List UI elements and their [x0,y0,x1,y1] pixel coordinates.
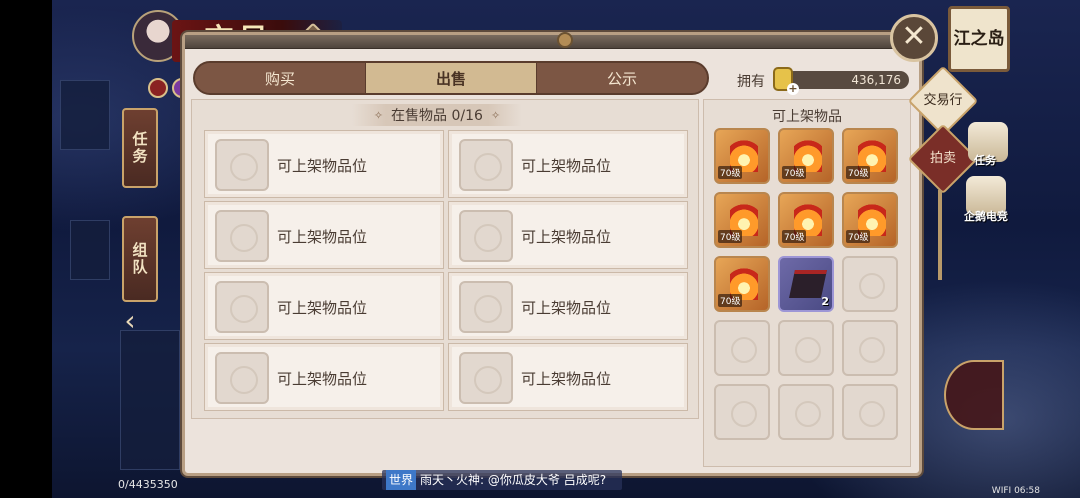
background-pillar [120,330,180,470]
listing-slot-label: 可上架物品位 [277,228,368,246]
collapse-arrow-icon[interactable]: ‹ [120,306,140,336]
empty-slot-icon [215,352,269,404]
background-building [60,80,110,150]
available-items-area: 可上架物品 70级 70级 70级 70级 70级 70级 70级 2 [703,99,911,467]
on-sale-header: ✧ 在售物品 0/16 ✧ [352,104,522,126]
empty-item-slot[interactable] [778,384,834,440]
empty-item-slot[interactable] [842,384,898,440]
tab-sell[interactable]: 出售 [365,63,536,93]
empty-item-slot[interactable] [778,320,834,376]
task-side-tab-label: 任务 [130,131,149,165]
item-level-badge: 70级 [718,294,743,307]
listing-slot[interactable]: 可上架物品位 [448,201,688,269]
clock: 06:58 [1014,486,1040,496]
item-quantity: 2 [821,295,829,308]
inventory-item[interactable]: 70级 [714,192,770,248]
listing-slot[interactable]: 可上架物品位 [448,130,688,198]
region-name: 江之岛 [948,6,1010,72]
item-level-badge: 70级 [782,230,807,243]
screen-edge-bar [0,0,52,498]
chat-message: 雨天丶火神: @你瓜皮大爷 吕成呢? [420,473,607,487]
empty-slot-icon [459,139,513,191]
empty-slot-icon [215,281,269,333]
item-level-badge: 70级 [718,166,743,179]
exp-text: 0/4435350 [118,478,178,491]
inventory-item[interactable]: 70级 [778,128,834,184]
team-side-tab[interactable]: 组队 [122,216,158,302]
inventory-item[interactable]: 2 [778,256,834,312]
ornament-icon: ✧ [490,108,501,122]
chat-bar[interactable]: 世界 雨天丶火神: @你瓜皮大爷 吕成呢? [382,470,622,490]
empty-item-slot[interactable] [714,384,770,440]
listing-slot[interactable]: 可上架物品位 [204,201,444,269]
trade-panel: 购买 出售 公示 拥有 436,176 + ✧ 在售物品 0/16 ✧ 可上架物… [182,32,922,476]
empty-slot-icon [215,210,269,262]
empty-slot-icon [459,281,513,333]
listing-slot-label: 可上架物品位 [521,299,612,317]
knot-ornament-icon [557,32,573,48]
ornament-icon: ✧ [373,108,384,122]
quest-shortcut-label: 任务 [974,154,996,167]
listing-slot[interactable]: 可上架物品位 [204,130,444,198]
tab-buy[interactable]: 购买 [195,63,365,93]
listing-slot[interactable]: 可上架物品位 [448,272,688,340]
wifi-label: WIFI [991,486,1012,496]
close-button[interactable]: ✕ [890,14,938,62]
empty-slot-icon [459,210,513,262]
auction-label: 拍卖 [929,151,956,166]
wallet-amount: 436,176 [785,71,909,89]
listing-slot[interactable]: 可上架物品位 [204,272,444,340]
task-side-tab[interactable]: 任务 [122,108,158,188]
team-side-tab-label: 组队 [130,242,149,276]
trade-tabs: 购买 出售 公示 [193,61,709,95]
fan-icon [789,270,827,298]
listing-slot-label: 可上架物品位 [277,157,368,175]
empty-item-slot[interactable] [714,320,770,376]
on-sale-area: ✧ 在售物品 0/16 ✧ 可上架物品位 可上架物品位 可上架物品位 可上架物品… [191,99,699,419]
tassel-decoration [938,190,942,280]
inventory-item[interactable]: 70级 [842,128,898,184]
empty-item-slot[interactable] [842,256,898,312]
status-bar: WIFI 06:58 [992,486,1040,496]
inventory-item[interactable]: 70级 [714,256,770,312]
wallet-label: 拥有 [737,74,765,90]
on-sale-title: 在售物品 0/16 [391,108,483,124]
listing-slot-label: 可上架物品位 [277,370,368,388]
tab-public[interactable]: 公示 [536,63,707,93]
inventory-item[interactable]: 70级 [778,192,834,248]
available-items-title: 可上架物品 [772,109,842,125]
item-level-badge: 70级 [782,166,807,179]
empty-item-slot[interactable] [842,320,898,376]
add-currency-button[interactable]: + [787,83,799,95]
attack-button[interactable] [944,360,1004,430]
panel-top-bar [185,32,919,49]
listing-slot-label: 可上架物品位 [521,370,612,388]
listing-slot-label: 可上架物品位 [521,157,612,175]
empty-slot-icon [459,352,513,404]
background-building [70,220,110,280]
inventory-item[interactable]: 70级 [842,192,898,248]
chat-channel: 世界 [386,470,417,490]
empty-slot-icon [215,139,269,191]
item-level-badge: 70级 [846,166,871,179]
trade-market-label: 交易行 [923,93,963,108]
listing-slot[interactable]: 可上架物品位 [448,343,688,411]
item-level-badge: 70级 [846,230,871,243]
item-level-badge: 70级 [718,230,743,243]
listing-slot[interactable]: 可上架物品位 [204,343,444,411]
listing-slot-label: 可上架物品位 [277,299,368,317]
esports-shortcut-label: 企鹅电竞 [964,210,1008,223]
inventory-item[interactable]: 70级 [714,128,770,184]
listing-slot-label: 可上架物品位 [521,228,612,246]
buff-icon[interactable] [148,78,168,98]
